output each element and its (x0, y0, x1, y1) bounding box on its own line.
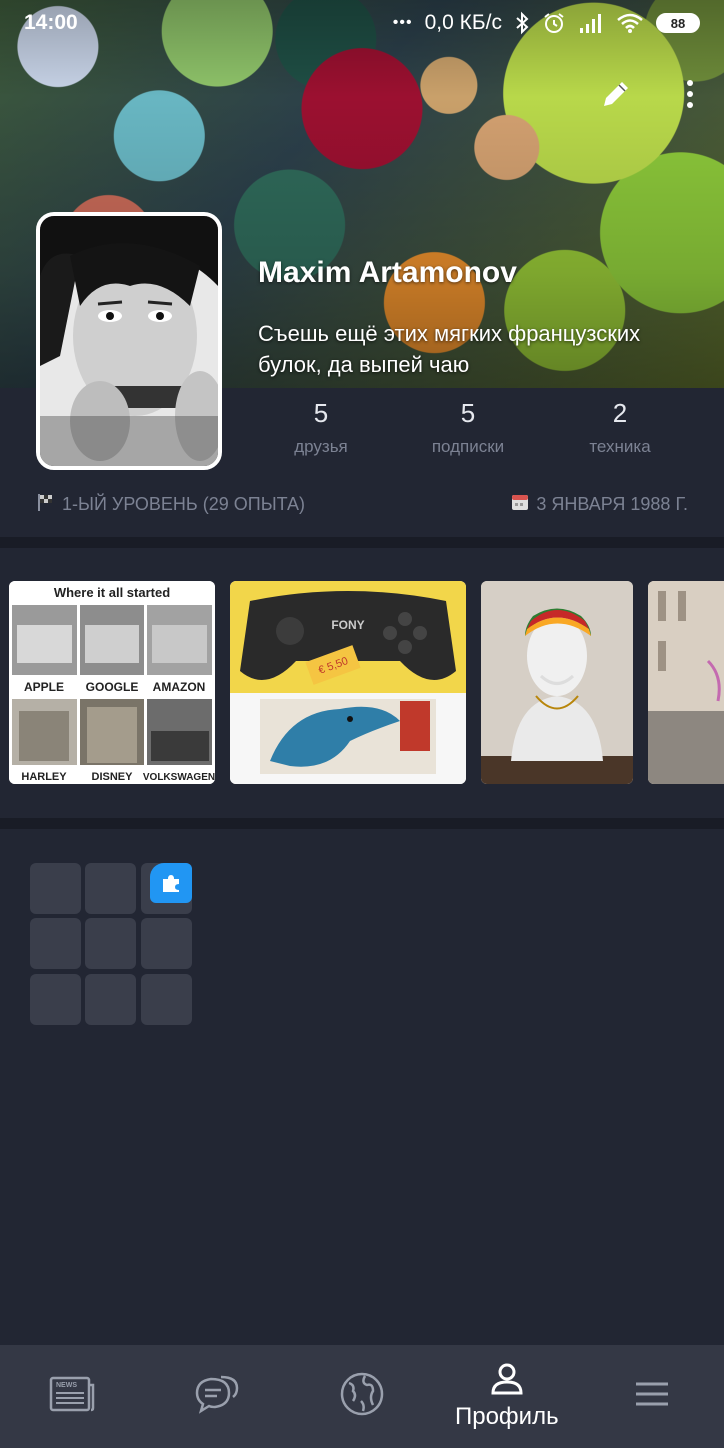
photo-item[interactable] (481, 581, 633, 784)
puzzle-cell (30, 918, 81, 969)
puzzle-cell (85, 863, 136, 914)
photo-item[interactable]: Where it all started APPLE GOOGLE AMAZON… (9, 581, 215, 784)
nav-profile-label: Профиль (454, 1403, 559, 1430)
stat-value: 2 (612, 398, 628, 428)
more-notifications-icon: ••• (392, 14, 413, 31)
network-speed: 0,0 КБ/с (424, 11, 502, 34)
gamepad-brand: FONY (331, 618, 364, 632)
edit-icon[interactable] (598, 76, 634, 117)
alarm-icon (542, 11, 566, 35)
birthday-text: 3 ЯНВАРЯ 1988 Г. (536, 494, 688, 514)
puzzle-cell (30, 863, 81, 914)
profile-status: Съешь ещё этих мягких французских булок,… (258, 321, 641, 377)
puzzle-cell (85, 918, 136, 969)
nav-profile[interactable]: Профиль (434, 1345, 579, 1448)
profile-actions (598, 76, 694, 117)
level-info: 1-ЫЙ УРОВЕНЬ (29 ОПЫТА) (36, 492, 305, 517)
svg-text:DISNEY: DISNEY (92, 771, 134, 783)
bluetooth-icon (514, 11, 530, 35)
battery-indicator: 88 (656, 13, 700, 33)
nav-menu[interactable] (579, 1345, 724, 1448)
photo-strip[interactable]: Where it all started APPLE GOOGLE AMAZON… (0, 548, 724, 818)
photo-item[interactable]: FONY € 5,50 (230, 581, 466, 784)
menu-icon (634, 1380, 670, 1413)
chat-icon (193, 1373, 241, 1420)
bottom-navigation: NEWS Профиль (0, 1345, 724, 1448)
calendar-icon (510, 492, 530, 517)
status-bar: 14:00 ••• 0,0 КБ/с 88 (0, 0, 724, 46)
status-time: 14:00 (24, 11, 78, 34)
section-divider (0, 818, 724, 829)
stat-friends[interactable]: 5 друзья (246, 398, 396, 457)
svg-text:AMAZON: AMAZON (153, 680, 206, 694)
stat-subscriptions[interactable]: 5 подписки (393, 398, 543, 457)
profile-name: Maxim Artamonov (258, 256, 517, 289)
svg-text:VOLKSWAGEN: VOLKSWAGEN (143, 772, 215, 783)
nav-news[interactable]: NEWS (0, 1345, 145, 1448)
section-divider (0, 537, 724, 548)
avatar[interactable] (36, 212, 222, 470)
meme-title: Where it all started (54, 585, 170, 600)
wifi-icon (616, 12, 644, 34)
signal-icon (578, 12, 604, 34)
birthday-info: 3 ЯНВАРЯ 1988 Г. (510, 492, 688, 517)
nav-world[interactable] (290, 1345, 435, 1448)
svg-text:GOOGLE: GOOGLE (86, 680, 139, 694)
svg-text:APPLE: APPLE (24, 680, 64, 694)
stat-label: друзья (294, 437, 348, 456)
puzzle-cell (85, 974, 136, 1025)
news-icon: NEWS (49, 1375, 95, 1418)
checkered-flag-icon (36, 492, 56, 517)
stat-value: 5 (313, 398, 329, 428)
profile-icon (489, 1362, 525, 1401)
photo-item[interactable] (648, 581, 724, 784)
level-text: 1-ЫЙ УРОВЕНЬ (29 ОПЫТА) (62, 494, 306, 514)
svg-text:HARLEY: HARLEY (21, 771, 67, 783)
stat-label: подписки (431, 437, 505, 456)
globe-icon (339, 1371, 385, 1422)
nav-messages[interactable] (145, 1345, 290, 1448)
puzzle-cell (141, 974, 192, 1025)
stat-value: 5 (460, 398, 476, 428)
more-options-icon[interactable] (686, 79, 694, 114)
stat-equipment[interactable]: 2 техника (545, 398, 695, 457)
svg-text:NEWS: NEWS (56, 1382, 77, 1389)
puzzle-cell (141, 918, 192, 969)
puzzle-cell (30, 974, 81, 1025)
stat-label: техника (589, 437, 651, 456)
puzzle-piece-icon[interactable] (150, 863, 192, 903)
